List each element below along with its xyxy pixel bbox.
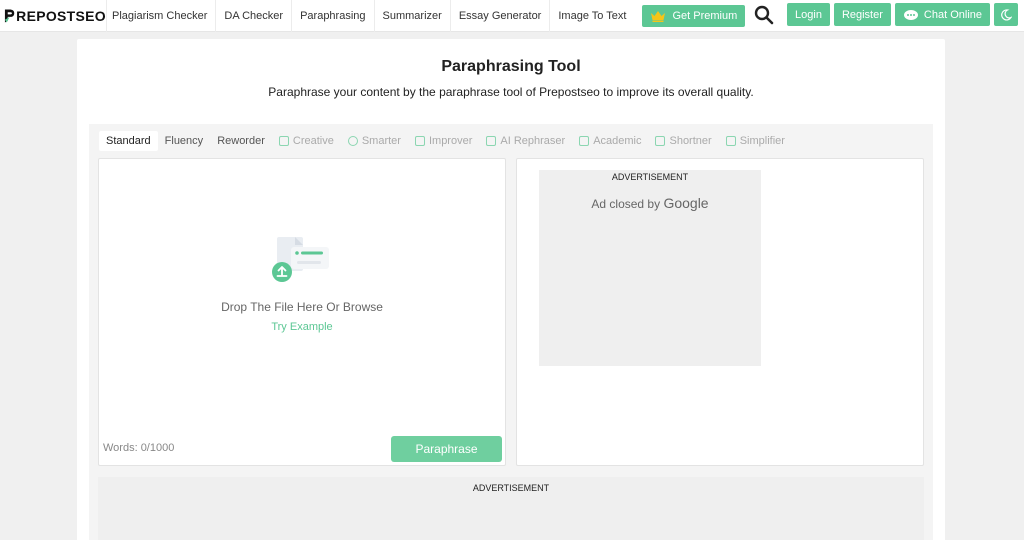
- tool-panel: Standard Fluency Reworder Creative Smart…: [89, 124, 933, 540]
- crown-icon: [651, 10, 666, 22]
- top-nav: REPOSTSEO Plagiarism Checker DA Checker …: [0, 0, 1024, 32]
- chat-online-button[interactable]: Chat Online: [894, 3, 990, 26]
- ai-rephraser-icon: [486, 136, 497, 146]
- tab-smarter[interactable]: Smarter: [341, 131, 408, 151]
- tab-improver[interactable]: Improver: [408, 131, 479, 151]
- improver-icon: [414, 136, 425, 146]
- google-wordmark: Google: [663, 195, 709, 211]
- tab-academic[interactable]: Academic: [572, 131, 648, 151]
- tab-label: Creative: [292, 135, 334, 147]
- file-upload-icon[interactable]: [269, 235, 331, 285]
- advertisement-label: ADVERTISEMENT: [611, 172, 689, 182]
- tab-label: Smarter: [361, 135, 401, 147]
- nav-plagiarism-checker[interactable]: Plagiarism Checker: [106, 0, 215, 32]
- tab-label: Standard: [106, 135, 151, 147]
- tab-label: Reworder: [217, 135, 265, 147]
- nav-image-to-text[interactable]: Image To Text: [549, 0, 634, 32]
- tab-label: Improver: [428, 135, 473, 147]
- logo-mark-icon: [4, 8, 15, 23]
- get-premium-label: Get Premium: [672, 9, 738, 22]
- paraphrase-button[interactable]: Paraphrase: [391, 436, 502, 462]
- tab-creative[interactable]: Creative: [272, 131, 341, 151]
- moon-icon: [1001, 8, 1012, 21]
- logo[interactable]: REPOSTSEO: [0, 0, 106, 32]
- tab-ai-rephraser[interactable]: AI Rephraser: [479, 131, 572, 151]
- tab-shortner[interactable]: Shortner: [648, 131, 718, 151]
- drop-file-text[interactable]: Drop The File Here Or Browse: [99, 300, 505, 314]
- tab-simplifier[interactable]: Simplifier: [719, 131, 792, 151]
- chat-online-label: Chat Online: [923, 8, 982, 21]
- logo-text: REPOSTSEO: [16, 7, 106, 24]
- header-actions: Login Register Chat Online: [753, 3, 1018, 26]
- get-premium-button[interactable]: Get Premium: [642, 4, 746, 27]
- creative-icon: [278, 136, 289, 146]
- ad-closed-label: Ad closed by: [591, 197, 661, 211]
- login-button[interactable]: Login: [787, 3, 830, 26]
- tab-fluency[interactable]: Fluency: [158, 131, 211, 151]
- nav-da-checker[interactable]: DA Checker: [215, 0, 291, 32]
- tab-label: Simplifier: [739, 135, 785, 147]
- tab-label: AI Rephraser: [500, 135, 566, 147]
- nav-links: Plagiarism Checker DA Checker Paraphrasi…: [106, 0, 634, 32]
- tab-label: Academic: [593, 135, 642, 147]
- search-icon[interactable]: [753, 4, 775, 26]
- output-panel: ADVERTISEMENT Ad closed by Google: [516, 158, 924, 466]
- nav-essay-generator[interactable]: Essay Generator: [449, 0, 550, 32]
- nav-paraphrasing[interactable]: Paraphrasing: [291, 0, 373, 32]
- chat-icon: [903, 9, 918, 20]
- page-subtitle: Paraphrase your content by the paraphras…: [268, 85, 754, 99]
- tab-label: Fluency: [164, 135, 204, 147]
- input-editor[interactable]: Drop The File Here Or Browse Try Example…: [98, 158, 506, 466]
- tab-reworder[interactable]: Reworder: [210, 131, 272, 151]
- main-card: Paraphrasing Tool Paraphrase your conten…: [77, 39, 945, 540]
- page-title: Paraphrasing Tool: [441, 58, 581, 75]
- word-count: Words: 0/1000: [103, 442, 175, 454]
- advertisement-box: ADVERTISEMENT Ad closed by Google: [539, 170, 761, 366]
- mode-tabs: Standard Fluency Reworder Creative Smart…: [99, 131, 792, 151]
- bottom-advertisement-label: ADVERTISEMENT: [472, 483, 550, 493]
- tab-label: Shortner: [669, 135, 712, 147]
- register-button[interactable]: Register: [833, 3, 891, 26]
- try-example-link[interactable]: Try Example: [99, 321, 505, 333]
- shortner-icon: [655, 136, 666, 146]
- nav-summarizer[interactable]: Summarizer: [373, 0, 450, 32]
- academic-icon: [579, 136, 590, 146]
- smarter-icon: [347, 136, 358, 146]
- ad-closed-text: Ad closed by Google: [539, 195, 761, 211]
- dark-mode-toggle[interactable]: [994, 3, 1018, 26]
- simplifier-icon: [725, 136, 736, 146]
- tab-standard[interactable]: Standard: [99, 131, 158, 151]
